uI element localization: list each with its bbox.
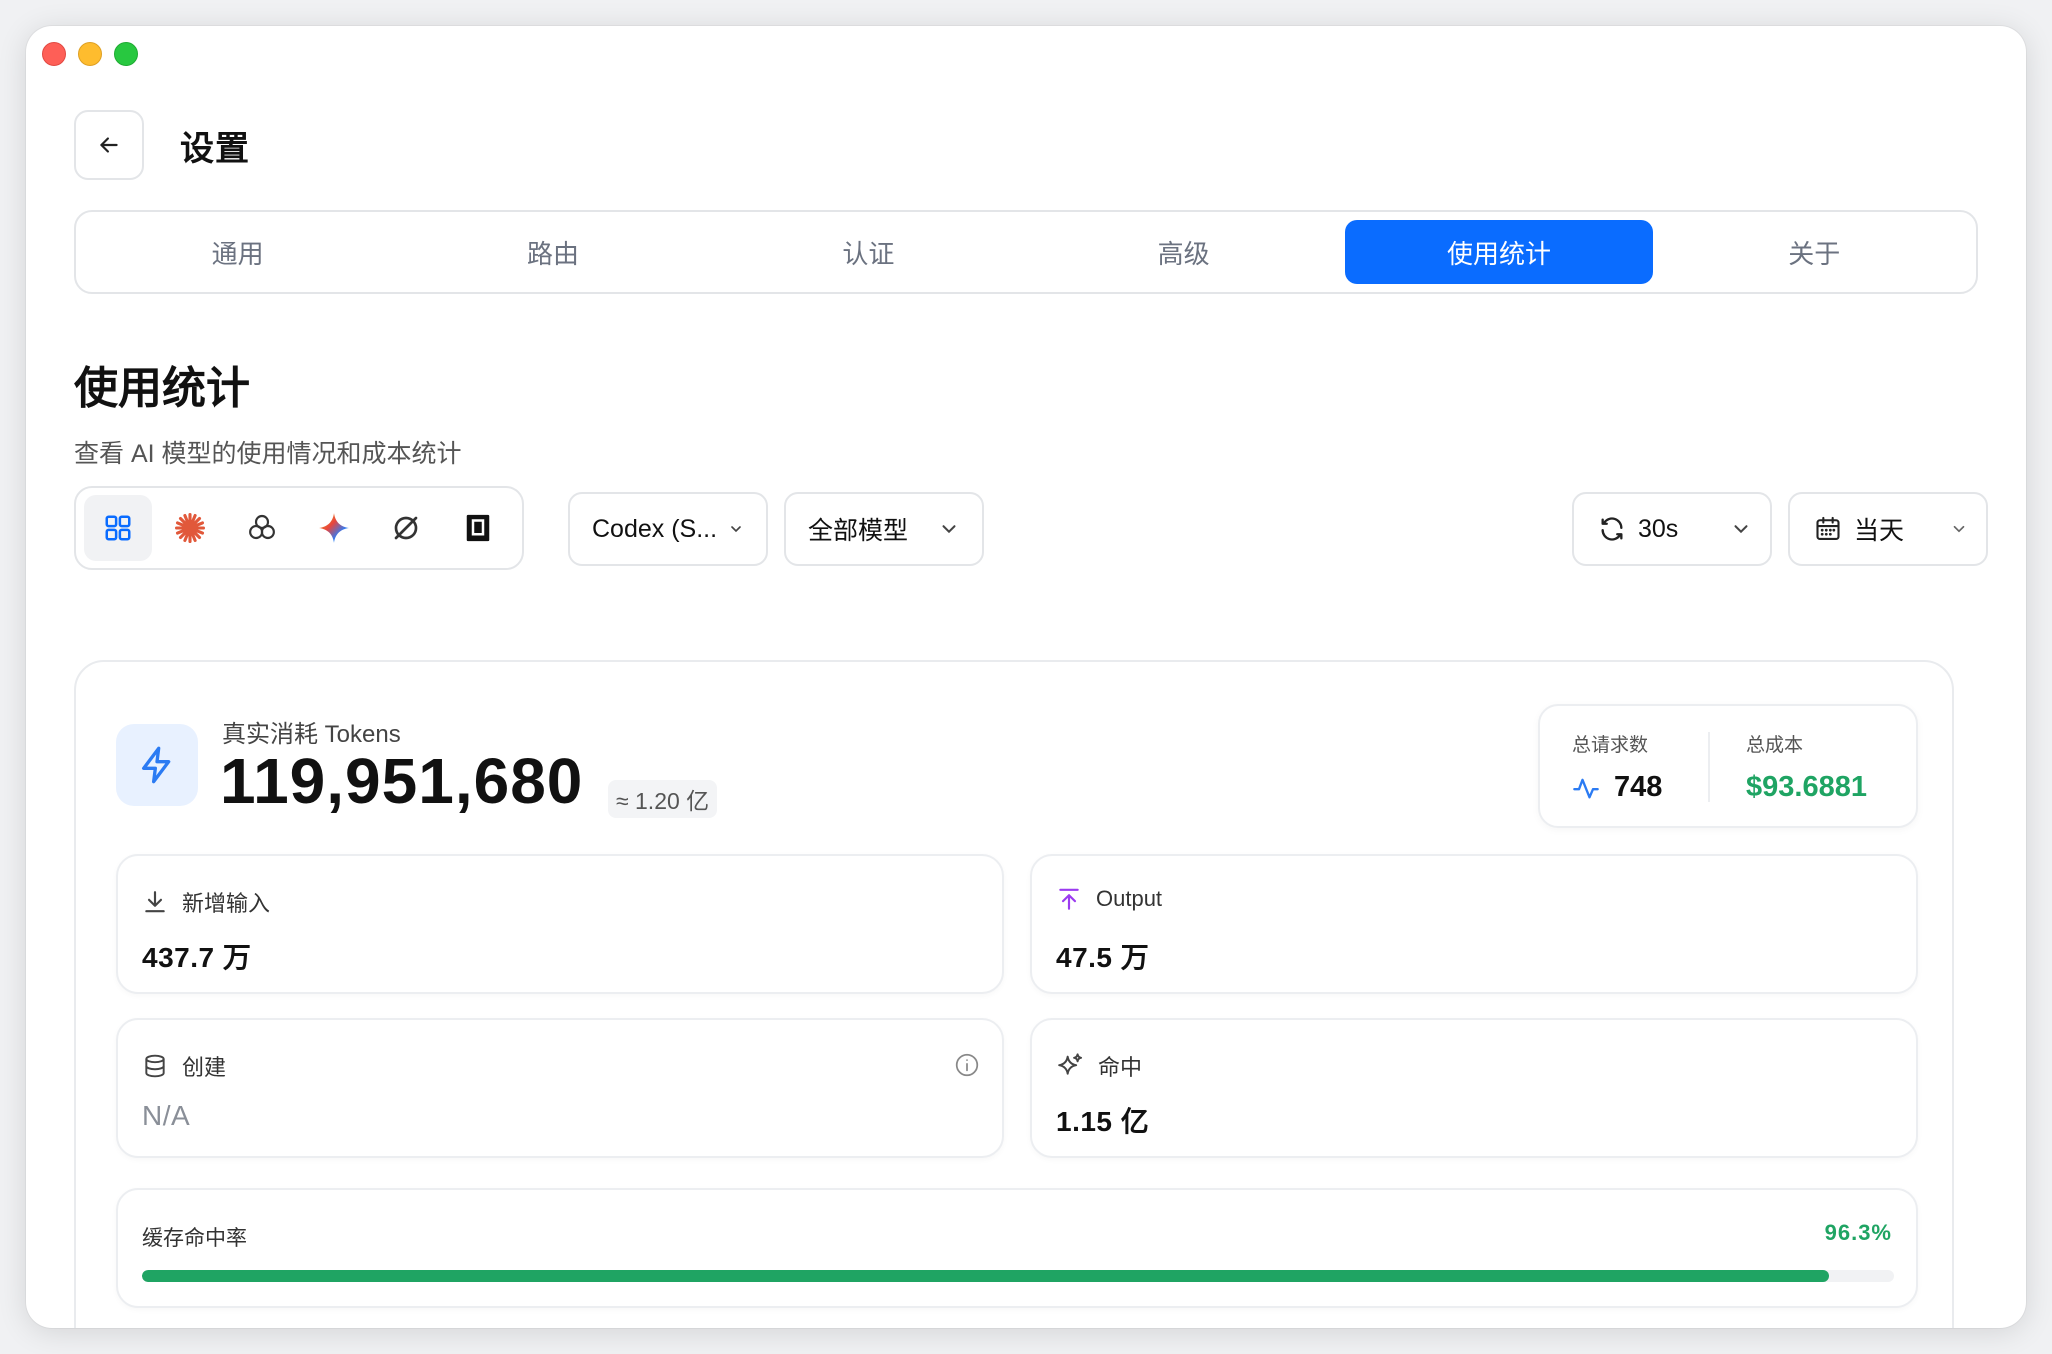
total-cost: 总成本 $93.6881 [1746,730,1867,804]
section-title: 使用统计 [74,364,250,413]
cache-create-value: N/A [142,1100,191,1131]
section-description: 查看 AI 模型的使用情况和成本统计 [74,440,462,468]
total-cost-value: $93.6881 [1746,771,1867,803]
cache-hit-rate-value: 96.3% [1824,1220,1892,1245]
input-tokens-card: 新增输入 437.7 万 [116,854,1004,994]
source-select[interactable]: Codex (S... [568,492,768,566]
app-window: 设置 通用 路由 认证 高级 使用统计 关于 使用统计 查看 AI 模型的使用情… [26,26,2026,1328]
tab-about[interactable]: 关于 [1661,220,1968,284]
gemini-icon [319,513,349,543]
output-tokens-card: Output 47.5 万 [1030,854,1918,994]
activity-icon [1573,778,1599,798]
refresh-interval-select[interactable]: 30s [1572,492,1772,566]
openai-icon [249,514,275,540]
total-requests-value: 748 [1614,771,1663,803]
real-tokens-value: 119,951,680 [220,745,584,817]
close-window-button[interactable] [42,42,66,66]
chevron-down-icon [942,525,956,534]
cache-hit-rate-label: 缓存命中率 [142,1227,247,1250]
cache-create-label: 创建 [182,1055,227,1080]
output-tokens-label: Output [1096,886,1163,911]
provider-claude-button[interactable] [156,495,224,561]
sync-provider-icon [394,516,418,540]
summary-box: 总请求数 748 总成本 $93.6881 [1538,704,1918,828]
total-cost-label: 总成本 [1746,735,1804,756]
chevron-down-icon [1734,525,1748,534]
summary-divider [1708,732,1710,802]
lightning-icon [142,746,171,784]
filter-toolbar: Codex (S... 全部模型 30s 当天 [74,486,1988,570]
date-range-value: 当天 [1854,517,1905,545]
sparkles-icon [1058,1053,1083,1075]
model-select[interactable]: 全部模型 [784,492,984,566]
chevron-down-icon [731,526,741,533]
back-button[interactable] [74,110,144,180]
database-icon [145,1054,165,1078]
provider-filter-group [74,486,524,570]
output-tokens-value: 47.5 万 [1056,942,1150,973]
tokens-icon-box [116,724,198,806]
upload-icon [1059,888,1079,910]
usage-overview-card: 真实消耗 Tokens 119,951,680 ≈ 1.20 亿 总请求数 74… [74,660,1954,1328]
chevron-down-icon [1953,525,1965,533]
page-title: 设置 [180,129,250,168]
page-header: 设置 [74,110,250,180]
cache-create-card: 创建 N/A [116,1018,1004,1158]
cache-hit-rate-card: 缓存命中率 96.3% [116,1188,1918,1308]
input-tokens-value: 437.7 万 [142,942,252,973]
settings-tabs: 通用 路由 认证 高级 使用统计 关于 [74,210,1978,294]
provider-all-button[interactable] [84,495,152,561]
total-requests-label: 总请求数 [1572,735,1649,756]
total-requests: 总请求数 748 [1572,730,1662,804]
download-icon [145,891,165,913]
tokens-approx-badge: ≈ 1.20 亿 [608,780,718,818]
cache-hit-rate-track [142,1270,1894,1282]
provider-gemini-button[interactable] [300,495,368,561]
input-tokens-label: 新增输入 [182,891,271,916]
arrow-left-icon [100,137,118,153]
refresh-icon [1601,517,1623,541]
cache-hit-card: 命中 1.15 亿 [1030,1018,1918,1158]
date-range-select[interactable]: 当天 [1788,492,1988,566]
terminal-provider-icon [466,514,490,542]
all-grid-icon [105,515,131,541]
info-icon[interactable] [954,1052,980,1078]
cache-hit-label: 命中 [1098,1055,1143,1080]
tab-routing[interactable]: 路由 [399,220,706,284]
provider-openai-button[interactable] [228,495,296,561]
claude-icon [174,512,206,544]
refresh-interval-value: 30s [1638,514,1679,543]
model-select-value: 全部模型 [808,517,909,545]
tab-usage-stats[interactable]: 使用统计 [1345,220,1653,284]
minimize-window-button[interactable] [78,42,102,66]
source-select-value: Codex (S... [592,514,716,543]
cache-hit-value: 1.15 亿 [1056,1106,1150,1137]
window-controls [42,42,138,66]
cache-hit-rate-fill [142,1270,1830,1282]
zoom-window-button[interactable] [114,42,138,66]
calendar-icon [1816,516,1840,540]
tab-general[interactable]: 通用 [84,220,391,284]
tab-auth[interactable]: 认证 [715,220,1022,284]
provider-sync-button[interactable] [372,495,440,561]
provider-terminal-button[interactable] [444,495,512,561]
tab-advanced[interactable]: 高级 [1030,220,1337,284]
